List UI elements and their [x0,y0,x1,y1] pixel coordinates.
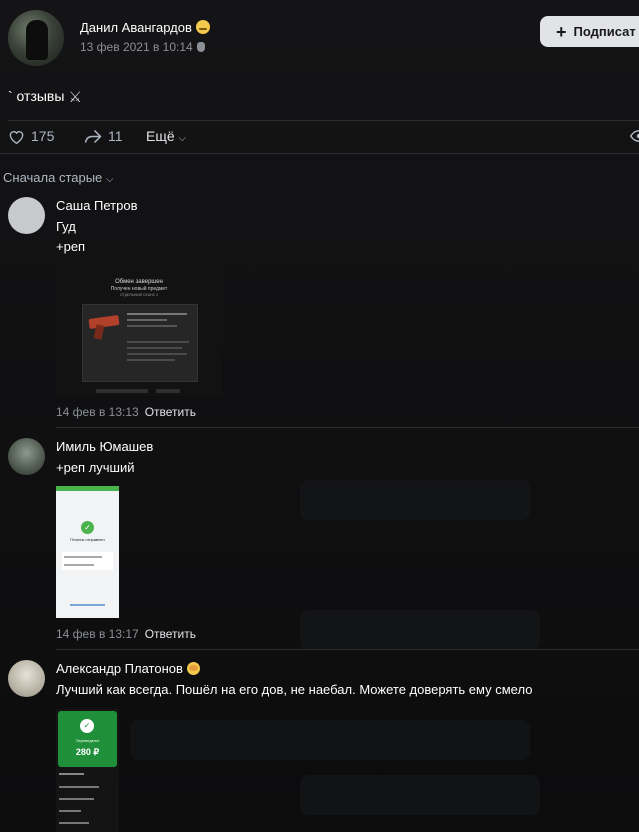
post-text-content: ` отзывы [8,88,65,104]
smile-emoji-icon [195,20,210,34]
comment-meta: 14 фев в 13:13 Ответить [56,405,196,419]
sort-dropdown[interactable]: Сначала старые ⌵ [3,170,114,185]
divider [8,120,639,121]
comment-attachment-image[interactable]: Обмен завершен Получен новый предмет ОТД… [56,265,222,396]
background-ghost-block [130,720,530,760]
post-date[interactable]: 13 фев 2021 в 10:14 [80,40,205,54]
share-count: 11 [108,128,123,144]
success-check-icon: ✓ [81,521,94,534]
comment-date[interactable]: 14 фев в 13:17 [56,627,139,641]
post-author-name[interactable]: Данил Авангардов [80,20,192,35]
post-text: ` отзывы ⚔ [8,88,82,106]
subscribe-button[interactable]: + Подписат [540,16,639,47]
divider [56,427,639,428]
share-button[interactable]: 11 [84,128,123,144]
more-button[interactable]: Ещё ⌵ [146,128,186,144]
divider [56,649,639,650]
chevron-down-icon: ⌵ [105,174,114,185]
divider [0,153,639,154]
comment-avatar[interactable] [8,197,45,234]
comment-date[interactable]: 14 фев в 13:13 [56,405,139,419]
pistol-grip [93,324,105,340]
screenshot-amount: 280 ₽ [75,747,100,757]
like-count: 175 [31,128,55,144]
comment-text-line: Гуд [56,219,76,234]
trade-panel [82,304,198,382]
thinking-emoji-icon [186,662,200,675]
comment-attachment-image[interactable]: ✓ Платеж отправлен [56,486,119,618]
screenshot-caption: ОТДЕЛЬНЫЙ СЕАНС 2 [119,293,159,297]
screenshot-title: Переведено! [75,738,100,743]
views-eye-icon [629,129,639,145]
comment-text-line: +реп лучший [56,460,135,475]
screenshot-title: Обмен завершен [115,279,163,285]
post-author[interactable]: Данил Авангардов [80,20,210,35]
comment-avatar[interactable] [8,660,45,697]
comment-author[interactable]: Александр Платонов [56,661,200,676]
chevron-down-icon: ⌵ [178,133,187,144]
screenshot-subtitle: Получен новый предмет [110,286,168,292]
comment-attachment-image[interactable]: ✓ Переведено! 280 ₽ [56,709,119,832]
post-date-text[interactable]: 13 фев 2021 в 10:14 [80,40,193,54]
plus-icon: + [556,21,567,42]
share-icon [84,129,102,143]
sort-label: Сначала старые [3,170,103,185]
background-ghost-block [300,610,540,650]
comment-text-line: Лучший как всегда. Пошёл на его дов, не … [56,682,533,697]
crossed-swords-icon: ⚔ [68,89,82,106]
comment-meta: 14 фев в 13:17 Ответить [56,627,196,641]
comment-author-name[interactable]: Александр Платонов [56,661,183,676]
comment-author[interactable]: Саша Петров [56,198,138,213]
reply-button[interactable]: Ответить [145,405,196,419]
background-ghost-block [300,775,540,815]
comment-text-line: +реп [56,239,86,254]
background-ghost-block [300,480,530,520]
apple-icon [196,42,205,52]
success-check-icon: ✓ [80,719,94,733]
subscribe-label: Подписат [573,24,636,39]
reply-button[interactable]: Ответить [145,627,196,641]
more-label: Ещё [146,128,175,144]
heart-icon [9,130,24,144]
comment-author[interactable]: Имиль Юмашев [56,439,153,454]
comment-avatar[interactable] [8,438,45,475]
screenshot-title: Платеж отправлен [70,537,105,542]
like-button[interactable]: 175 [8,128,54,144]
author-avatar[interactable] [8,10,64,66]
